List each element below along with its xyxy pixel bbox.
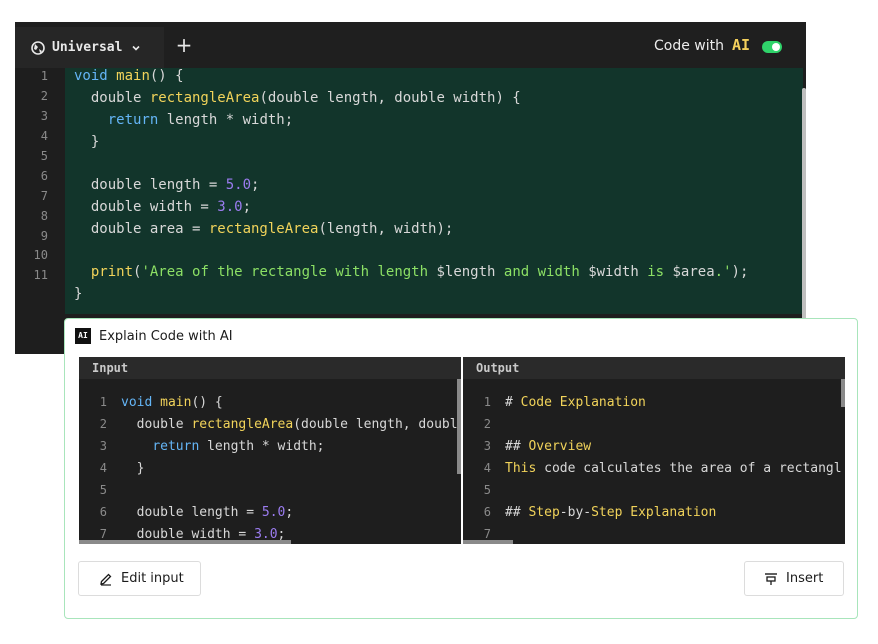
panel-title-text: Explain Code with AI <box>99 328 233 344</box>
output-line: 2 <box>483 417 491 431</box>
input-header: Input <box>79 357 461 379</box>
chevron-down-icon[interactable] <box>131 43 141 53</box>
edit-input-button[interactable]: Edit input <box>78 561 201 596</box>
input-line: 1 void main() { <box>99 395 223 410</box>
ai-toggle[interactable] <box>762 41 782 53</box>
input-line: 5 <box>99 483 107 497</box>
line-number: 6 <box>40 169 48 183</box>
output-line: 3 ## Overview <box>483 439 592 454</box>
globe-icon <box>31 40 45 55</box>
line-number: 5 <box>40 149 48 163</box>
code-line: return length * width; <box>107 112 294 128</box>
line-number: 11 <box>33 268 48 282</box>
code-with-label: Code with <box>654 38 724 54</box>
line-number: 7 <box>40 189 48 203</box>
output-line: 1 # Code Explanation <box>483 395 646 410</box>
insert-icon <box>765 572 777 585</box>
edit-input-label: Edit input <box>121 571 184 586</box>
input-line: 4 } <box>99 461 145 476</box>
code-line: double width = 3.0; <box>74 199 252 215</box>
ai-badge-icon: AI <box>75 328 91 344</box>
input-line: 6 double length = 5.0; <box>99 505 294 520</box>
output-header: Output <box>463 357 845 379</box>
output-line: 4 This code calculates the area of a rect… <box>483 461 842 476</box>
line-number-gutter: 1 2 3 4 5 6 7 8 9 10 11 <box>15 68 65 354</box>
code-line: void main() { <box>74 68 184 84</box>
code-line: print('Area of the rectangle with length… <box>90 264 749 280</box>
code-line: double rectangleArea(double length, doub… <box>74 90 521 106</box>
output-line: 6 ## Step-by-Step Explanation <box>483 505 717 520</box>
line-number: 4 <box>40 129 48 143</box>
code-line: double area = rectangleArea(length, widt… <box>74 221 454 237</box>
tab-universal[interactable]: Universal <box>15 27 164 68</box>
explain-code-panel: AI Explain Code with AI Input 1 void main… <box>64 318 858 619</box>
input-pane[interactable]: Input 1 void main() { 2 double rectangleA… <box>79 357 461 544</box>
vertical-scrollbar[interactable] <box>841 379 845 407</box>
panel-title: AI Explain Code with AI <box>75 327 233 345</box>
code-line: } <box>74 286 83 302</box>
ai-label: AI <box>731 36 750 54</box>
line-number: 1 <box>40 69 48 83</box>
horizontal-scrollbar[interactable] <box>463 540 513 544</box>
tab-label: Universal <box>52 40 123 55</box>
insert-button[interactable]: Insert <box>744 561 844 596</box>
vertical-scrollbar[interactable] <box>802 88 806 338</box>
input-line: 2 double rectangleArea(double length, do… <box>99 417 461 432</box>
input-line: 3 return length * width; <box>99 439 325 454</box>
line-number: 10 <box>33 248 48 262</box>
line-number: 8 <box>40 209 48 223</box>
output-line: 5 <box>483 483 491 497</box>
line-number: 9 <box>40 229 48 243</box>
output-pane[interactable]: Output 1 # Code Explanation 2 3 ## Overvie… <box>463 357 845 544</box>
line-number: 2 <box>40 89 48 103</box>
horizontal-scrollbar[interactable] <box>79 540 291 544</box>
code-line: double length = 5.0; <box>74 177 260 193</box>
insert-label: Insert <box>786 571 824 586</box>
editor-toolbar: Universal + Code with AI <box>15 22 806 68</box>
add-tab-button[interactable]: + <box>175 34 193 56</box>
code-line: } <box>74 134 100 150</box>
pencil-icon <box>100 573 112 586</box>
code-editor[interactable]: Universal + Code with AI 1 2 3 4 5 6 7 8… <box>15 22 806 354</box>
line-number: 3 <box>40 109 48 123</box>
